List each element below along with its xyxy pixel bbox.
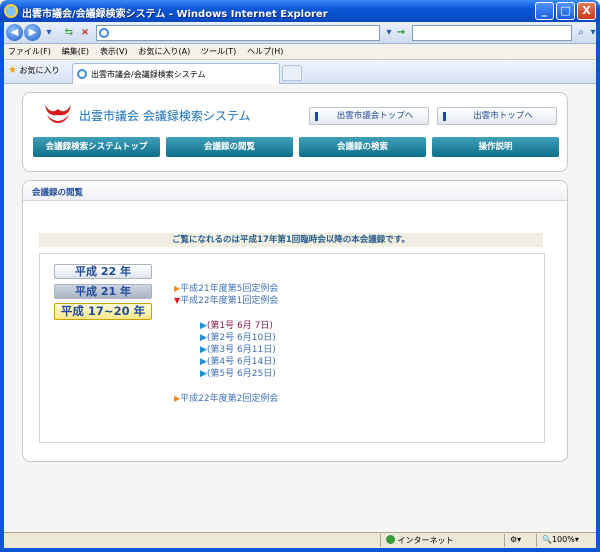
new-tab-button[interactable] bbox=[282, 65, 302, 81]
globe-icon bbox=[386, 535, 395, 544]
menu-tools[interactable]: ツール(T) bbox=[197, 44, 240, 57]
council-top-link[interactable]: 出雲市議会トップへ bbox=[309, 107, 429, 125]
browse-panel: 会議録の閲覧 ご覧になれるのは平成17年第1回臨時会以降の本会議録です。 平成 … bbox=[22, 180, 568, 462]
close-window-button[interactable]: X bbox=[577, 2, 596, 20]
favorites-button[interactable]: ★ お気に入り bbox=[8, 65, 60, 76]
council-top-link-label: 出雲市議会トップへ bbox=[336, 111, 414, 121]
zoom-icon: 🔍 bbox=[542, 535, 552, 544]
tab-current[interactable]: 出雲市議会/会議録検索システム bbox=[72, 63, 280, 84]
nav-browse-minutes[interactable]: 会議録の閲覧 bbox=[166, 137, 293, 157]
search-input[interactable] bbox=[412, 25, 572, 41]
tab-bar: ★ お気に入り 出雲市議会/会議録検索システム bbox=[4, 60, 596, 84]
year-button-h17-20[interactable]: 平成 17~20 年 bbox=[54, 303, 152, 320]
site-header: 出雲市議会 会議録検索システム 出雲市議会トップへ 出雲市トップへ 会議録検索シ… bbox=[22, 92, 568, 172]
page-icon bbox=[99, 28, 109, 38]
nav-help[interactable]: 操作説明 bbox=[432, 137, 559, 157]
security-zone-label: インターネット bbox=[397, 536, 454, 545]
issue-label: (第5号 6月25日) bbox=[206, 369, 276, 379]
session-label: 平成22年度第1回定例会 bbox=[180, 296, 279, 306]
address-input[interactable] bbox=[96, 25, 380, 41]
menu-favorites[interactable]: お気に入り(A) bbox=[134, 44, 194, 57]
status-bar: インターネット ⚙▾ 🔍100%▾ bbox=[4, 532, 596, 548]
arrow-right-icon: ▶ bbox=[200, 369, 207, 379]
page-icon bbox=[77, 69, 87, 79]
protected-mode-icon[interactable]: ⚙▾ bbox=[510, 535, 521, 544]
issue-link[interactable]: ▶(第5号 6月25日) bbox=[200, 366, 276, 379]
search-options-icon[interactable]: ▾ bbox=[586, 26, 600, 40]
city-top-link[interactable]: 出雲市トップへ bbox=[437, 107, 557, 125]
status-divider bbox=[504, 534, 505, 547]
menu-edit[interactable]: 編集(E) bbox=[58, 44, 93, 57]
favorites-label: お気に入り bbox=[19, 66, 60, 75]
main-nav: 会議録検索システムトップ 会議録の閲覧 会議録の検索 操作説明 bbox=[33, 137, 559, 157]
window-frame-bottom bbox=[0, 548, 600, 552]
site-title: 出雲市議会 会議録検索システム bbox=[79, 109, 251, 123]
session-link-expanded[interactable]: ▼平成22年度第1回定例会 bbox=[174, 293, 278, 306]
window-title: 出雲市議会/会議録検索システム - Windows Internet Explo… bbox=[22, 9, 328, 20]
maximize-button[interactable]: □ bbox=[556, 2, 575, 20]
zoom-control[interactable]: 🔍100%▾ bbox=[542, 535, 579, 544]
star-icon: ★ bbox=[8, 65, 17, 76]
menu-file[interactable]: ファイル(F) bbox=[4, 44, 55, 57]
compat-view-icon[interactable]: ⇆ bbox=[62, 26, 76, 40]
status-divider bbox=[380, 534, 381, 547]
address-toolbar: ◀ ▶ ▾ ⇆ × ▾ → ⌕ ▾ bbox=[4, 22, 596, 44]
forward-button[interactable]: ▶ bbox=[24, 24, 41, 41]
city-top-link-label: 出雲市トップへ bbox=[473, 111, 533, 121]
back-button[interactable]: ◀ bbox=[6, 24, 23, 41]
window-frame-right bbox=[596, 22, 600, 552]
session-label: 平成22年度第2回定例会 bbox=[180, 394, 279, 404]
availability-notice: ご覧になれるのは平成17年第1回臨時会以降の本会議録です。 bbox=[39, 233, 543, 247]
izumo-logo-icon bbox=[45, 105, 71, 123]
menu-bar: ファイル(F) 編集(E) 表示(V) お気に入り(A) ツール(T) ヘルプ(… bbox=[4, 44, 596, 60]
window-titlebar: 出雲市議会/会議録検索システム - Windows Internet Explo… bbox=[0, 0, 600, 22]
go-icon[interactable]: → bbox=[394, 26, 408, 40]
nav-search-system-top[interactable]: 会議録検索システムトップ bbox=[33, 137, 160, 157]
minimize-button[interactable]: _ bbox=[535, 2, 554, 20]
minutes-list: 平成 22 年 平成 21 年 平成 17~20 年 ▶平成21年度第5回定例会… bbox=[39, 253, 545, 443]
tab-title: 出雲市議会/会議録検索システム bbox=[91, 70, 206, 79]
section-heading: 会議録の閲覧 bbox=[23, 181, 567, 201]
year-button-h22[interactable]: 平成 22 年 bbox=[54, 264, 152, 279]
ie-logo-icon bbox=[4, 4, 18, 18]
menu-view[interactable]: 表示(V) bbox=[96, 44, 132, 57]
nav-search-minutes[interactable]: 会議録の検索 bbox=[299, 137, 426, 157]
link-bar-icon bbox=[443, 112, 446, 121]
session-link[interactable]: ▶平成22年度第2回定例会 bbox=[174, 391, 278, 404]
menu-help[interactable]: ヘルプ(H) bbox=[243, 44, 287, 57]
status-divider bbox=[536, 534, 537, 547]
section-heading-label: 会議録の閲覧 bbox=[32, 188, 84, 198]
year-button-h21[interactable]: 平成 21 年 bbox=[54, 284, 152, 299]
chevron-down-icon: ▾ bbox=[574, 535, 579, 544]
stop-icon[interactable]: × bbox=[78, 26, 92, 40]
page-content: 出雲市議会 会議録検索システム 出雲市議会トップへ 出雲市トップへ 会議録検索シ… bbox=[4, 84, 596, 532]
zoom-level: 100% bbox=[551, 535, 575, 544]
link-bar-icon bbox=[315, 112, 318, 121]
history-dropdown-icon[interactable]: ▾ bbox=[42, 26, 56, 40]
security-zone: インターネット bbox=[386, 535, 454, 546]
